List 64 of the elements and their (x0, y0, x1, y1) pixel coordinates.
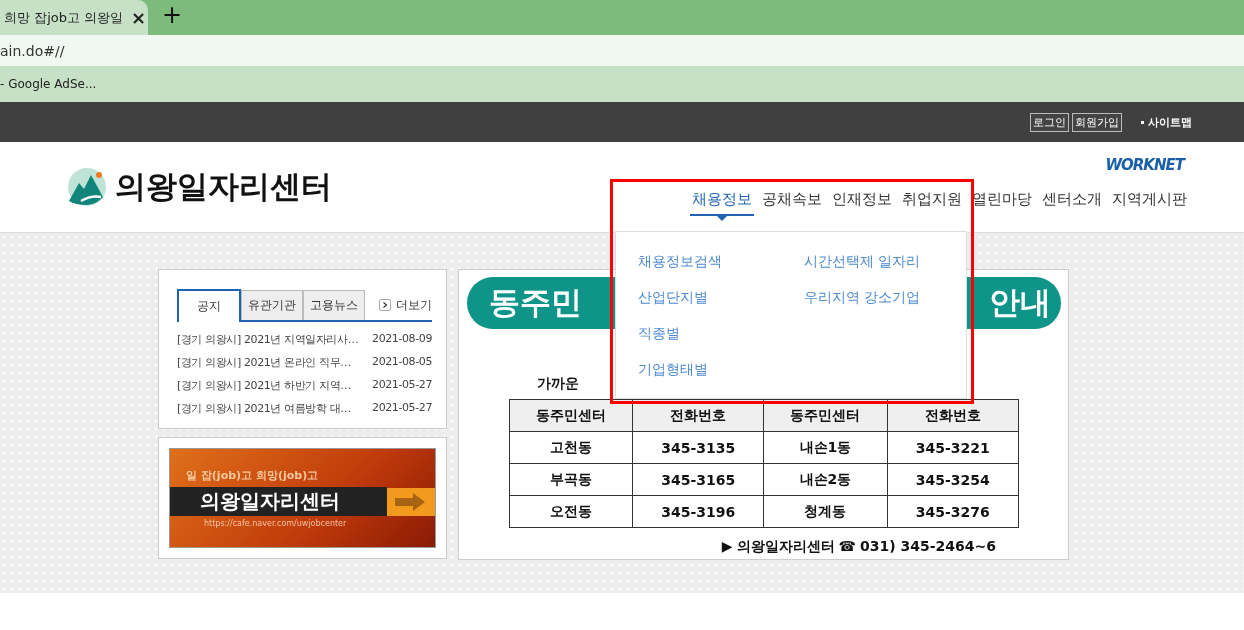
sitemap-link[interactable]: 사이트맵 (1148, 114, 1192, 130)
dropdown-item[interactable]: 직종별 (638, 324, 764, 343)
table-cell: 청계동 (763, 495, 888, 528)
table-cell: 345-3196 (632, 495, 764, 528)
nav-menu-item[interactable]: 공채속보 (760, 190, 824, 221)
subtitle-text: 가까운 (537, 375, 579, 393)
more-link[interactable]: 더보기 (396, 296, 432, 314)
heading-text: 동주민 (488, 283, 582, 322)
board-tab[interactable]: 유관기관 (241, 290, 303, 320)
new-tab-button[interactable]: + (162, 2, 183, 27)
nav-menu-item[interactable]: 채용정보 (690, 190, 754, 221)
notice-date: 2021-05-27 (372, 378, 432, 393)
table-cell: 345-3135 (632, 431, 764, 464)
table-cell: 고천동 (509, 431, 633, 464)
notice-title[interactable]: [경기 의왕시] 2021년 하반기 지역… (177, 378, 351, 393)
phone-icon: ☎ (838, 538, 857, 556)
nav-menu-item[interactable]: 인재정보 (830, 190, 894, 221)
nav-menu-item[interactable]: 센터소개 (1040, 190, 1104, 221)
top-bar-button[interactable]: 로그인 (1030, 112, 1069, 132)
partner-logo[interactable]: WORKNET (1105, 156, 1184, 174)
bookmark[interactable]: - Google AdSe... (0, 77, 97, 91)
table-cell: 부곡동 (509, 463, 633, 496)
mountain-logo-icon (67, 167, 107, 207)
notice-date: 2021-05-27 (372, 401, 432, 416)
table-cell: 오전동 (509, 495, 633, 528)
dropdown-item[interactable]: 기업형태별 (638, 360, 764, 379)
table-cell: 내손2동 (763, 463, 888, 496)
close-tab-button[interactable]: × (131, 8, 147, 27)
nav-menu-item[interactable]: 취업지원 (900, 190, 964, 221)
board-tab[interactable]: 공지 (177, 289, 241, 322)
table-cell: 345-3254 (887, 463, 1018, 496)
table-header: 동주민센터 (509, 399, 633, 432)
dropdown-item[interactable]: 우리지역 강소기업 (804, 288, 954, 307)
notice-title[interactable]: [경기 의왕시] 2021년 지역일자리사… (177, 332, 359, 347)
table-header: 전화번호 (887, 399, 1018, 432)
notice-date: 2021-08-09 (372, 332, 432, 347)
banner-url: https://cafe.naver.com/uwjobcenter (204, 519, 348, 528)
browser-tab[interactable]: 희망 잡job고 의왕일 × (0, 0, 148, 35)
bullet-icon (1141, 120, 1144, 124)
heading-text: 안내 (988, 283, 1051, 322)
address-text[interactable]: ain.do#// (0, 42, 65, 59)
nav-menu-item[interactable]: 지역게시판 (1110, 190, 1189, 221)
banner-tagline: 일 잡(job)고 희망(job)고 (186, 468, 320, 483)
table-cell: 345-3221 (887, 431, 1018, 464)
table-cell: 345-3165 (632, 463, 764, 496)
banner-title: 의왕일자리센터 (170, 487, 387, 516)
notice-title[interactable]: [경기 의왕시] 2021년 온라인 직무… (177, 355, 351, 370)
dropdown-item[interactable]: 시간선택제 일자리 (804, 252, 954, 271)
board-tab[interactable]: 고용뉴스 (303, 290, 365, 320)
center-banner[interactable]: 일 잡(job)고 희망(job)고 의왕일자리센터 https://cafe.naver.com/uwjobcenter (169, 448, 436, 548)
footer-phone: 031) 345-2464~6 (860, 538, 996, 556)
footer-name: 의왕일자리센터 (736, 538, 835, 556)
dropdown-item[interactable]: 산업단지별 (638, 288, 764, 307)
pointer-arrow: ▶ (721, 538, 733, 556)
nav-menu-item[interactable]: 열린마당 (970, 190, 1034, 221)
notice-date: 2021-08-05 (372, 355, 432, 370)
chevron-right-icon[interactable] (379, 299, 391, 311)
dropdown-item[interactable]: 채용정보검색 (638, 252, 764, 271)
table-cell: 345-3276 (887, 495, 1018, 528)
notice-title[interactable]: [경기 의왕시] 2021년 여름방학 대… (177, 401, 351, 416)
top-bar-button[interactable]: 회원가입 (1072, 112, 1122, 132)
site-logo-text[interactable]: 의왕일자리센터 (115, 166, 332, 208)
tab-title: 희망 잡job고 의왕일 (4, 8, 124, 27)
table-cell: 내손1동 (763, 431, 888, 464)
